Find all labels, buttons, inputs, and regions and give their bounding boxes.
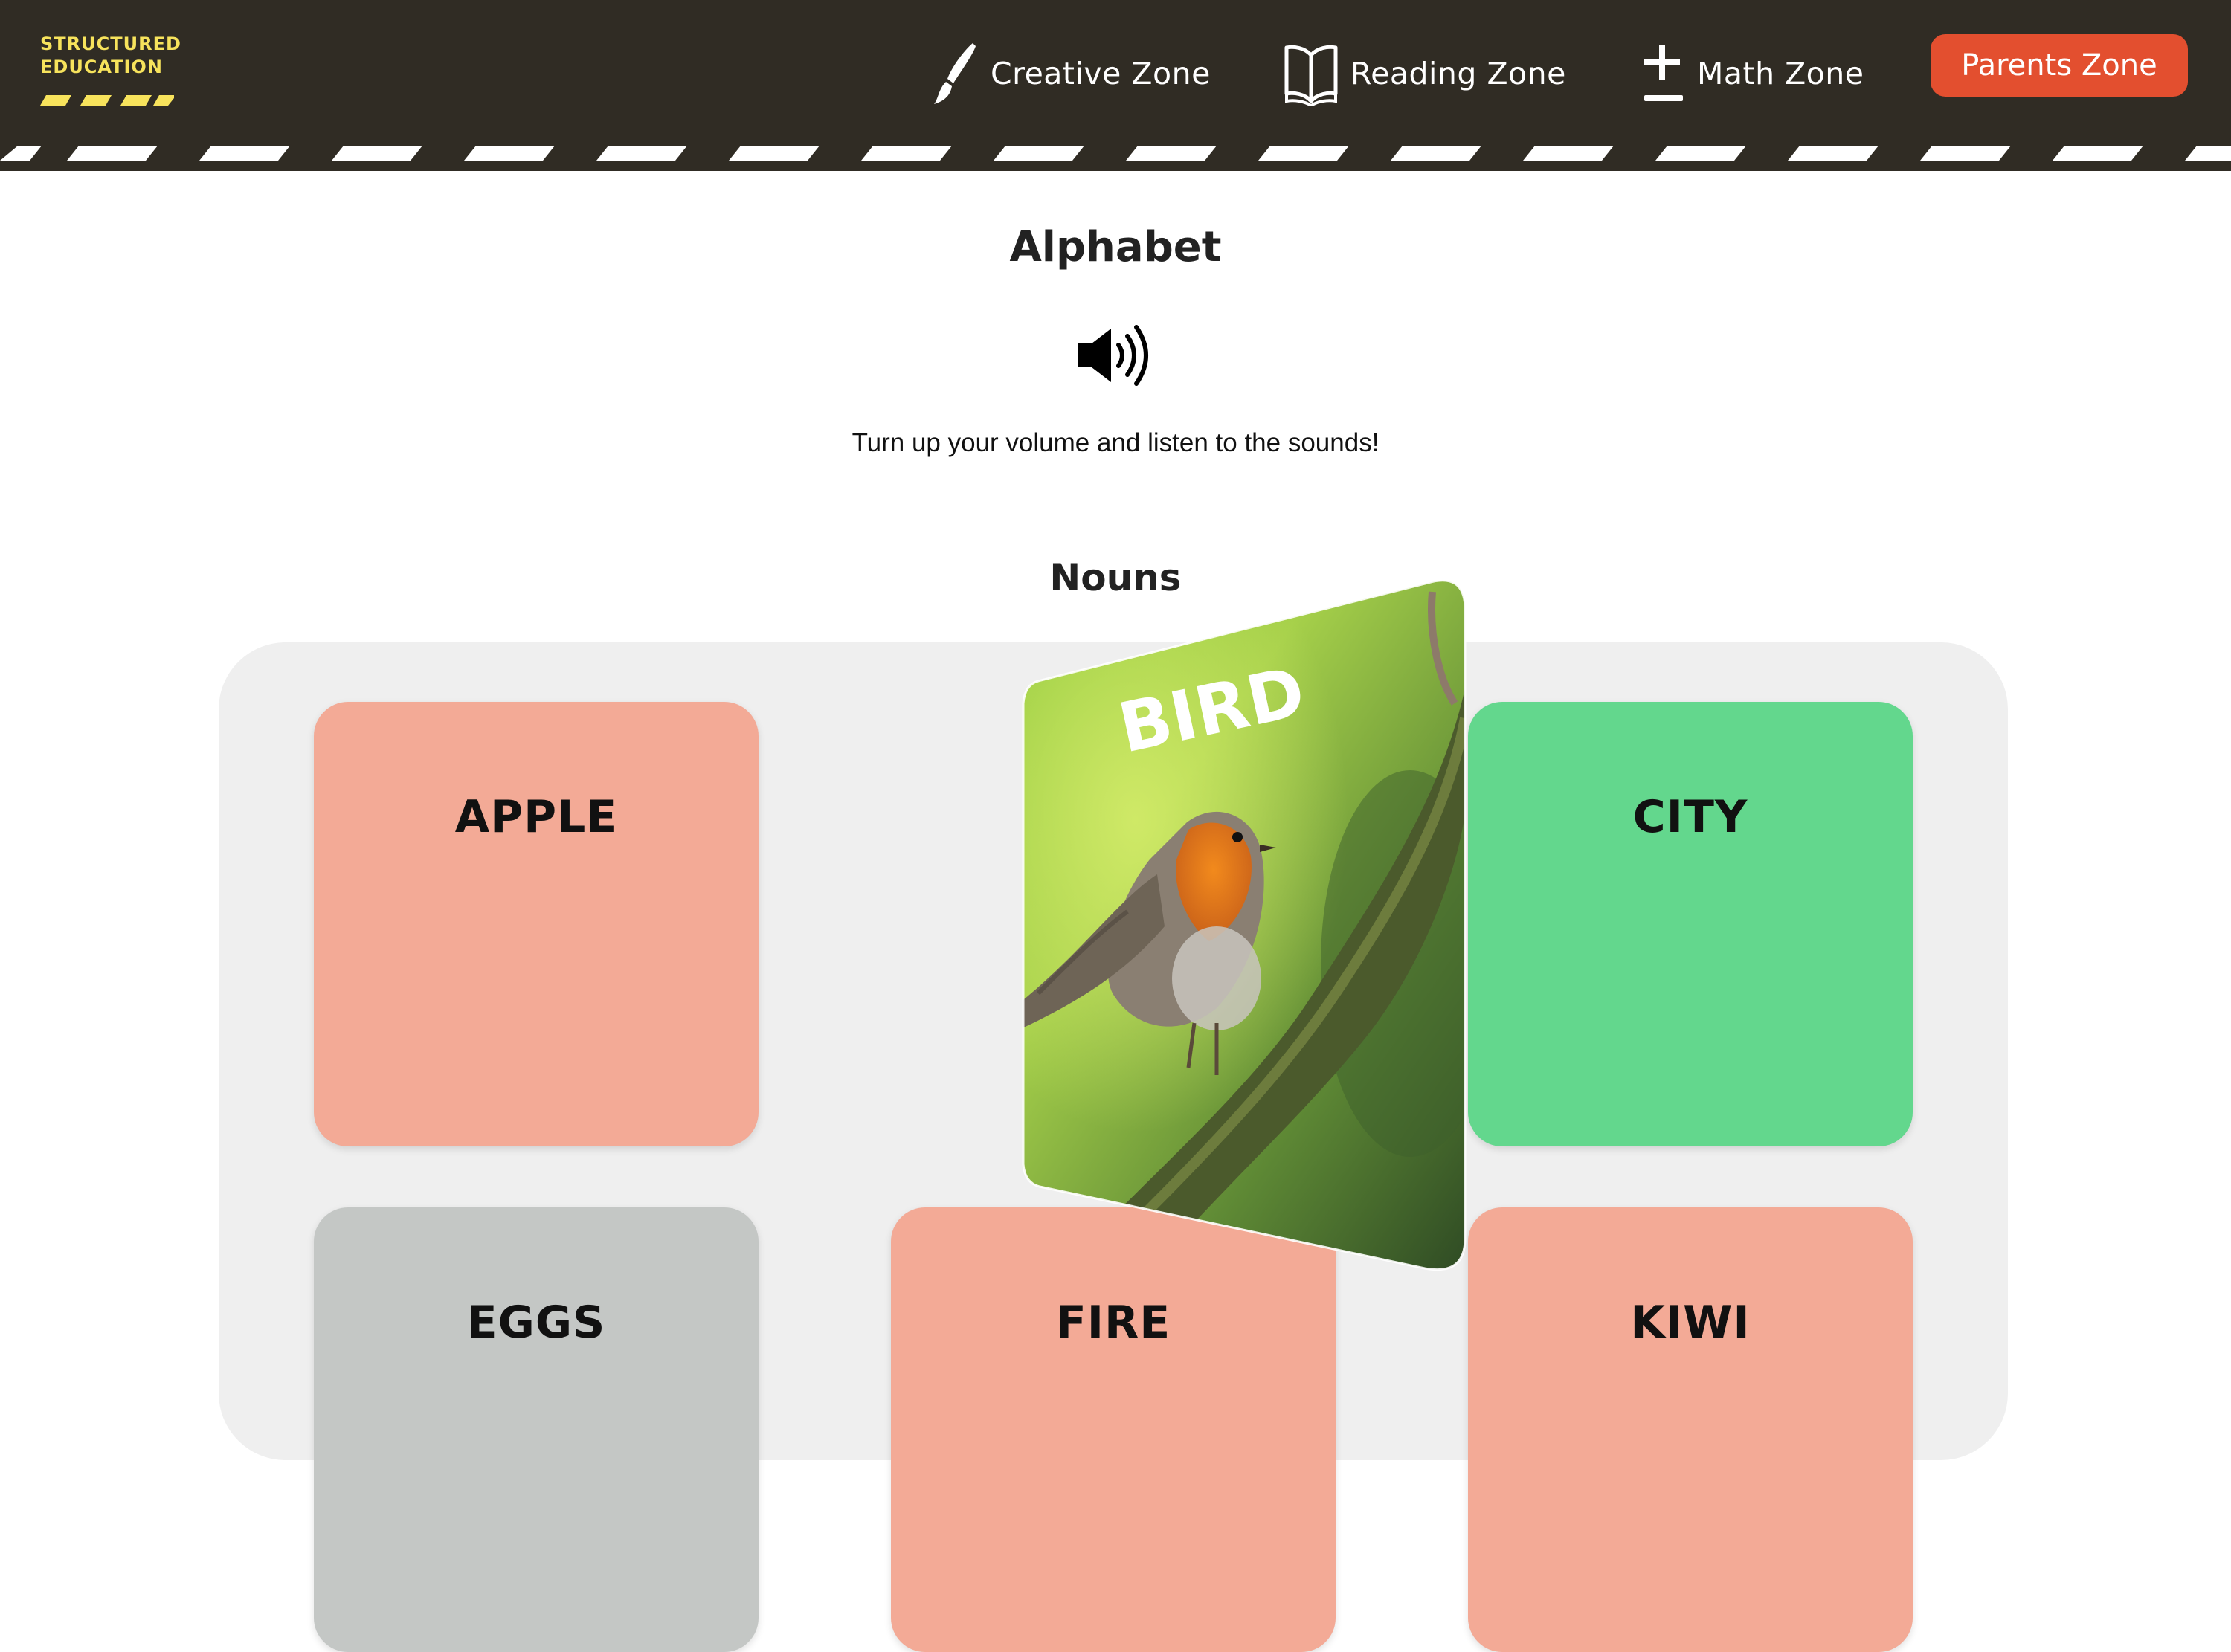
nav-reading-zone-label: Reading Zone bbox=[1350, 56, 1566, 91]
parents-zone-button[interactable]: Parents Zone bbox=[1931, 34, 2188, 97]
site-logo[interactable]: STRUCTURED EDUCATION bbox=[40, 33, 181, 106]
logo-line-1: STRUCTURED bbox=[40, 33, 181, 54]
page-title: Alphabet bbox=[1009, 223, 1222, 271]
site-header: STRUCTURED EDUCATION Creative Zone Readi… bbox=[0, 0, 2231, 171]
volume-instructions: Turn up your volume and listen to the so… bbox=[851, 428, 1380, 457]
logo-line-2: EDUCATION bbox=[40, 57, 163, 77]
card-label: FIRE bbox=[1055, 1297, 1171, 1349]
card-city[interactable]: CITY bbox=[1468, 702, 1913, 1146]
nav-math-zone[interactable]: Math Zone bbox=[1641, 40, 1864, 107]
card-eggs[interactable]: EGGS bbox=[314, 1207, 759, 1652]
nav-math-zone-label: Math Zone bbox=[1697, 56, 1864, 91]
speaker-volume-icon[interactable] bbox=[1075, 321, 1153, 390]
card-label: KIWI bbox=[1630, 1297, 1751, 1349]
card-kiwi[interactable]: KIWI bbox=[1468, 1207, 1913, 1652]
card-bird[interactable]: BIRD bbox=[994, 577, 1467, 1271]
paintbrush-icon bbox=[934, 43, 976, 104]
nav-reading-zone[interactable]: Reading Zone bbox=[1284, 40, 1566, 107]
nav-creative-zone-label: Creative Zone bbox=[991, 56, 1211, 91]
header-stripes bbox=[0, 146, 2231, 161]
card-label: EGGS bbox=[466, 1297, 606, 1349]
card-apple[interactable]: APPLE bbox=[314, 702, 759, 1146]
card-label: CITY bbox=[1632, 791, 1748, 843]
nav-creative-zone[interactable]: Creative Zone bbox=[928, 40, 1211, 107]
logo-stripes bbox=[40, 95, 174, 106]
open-book-icon bbox=[1284, 45, 1338, 106]
card-fire[interactable]: FIRE bbox=[891, 1207, 1336, 1652]
card-label: APPLE bbox=[454, 791, 618, 843]
bird-card-image: BIRD bbox=[1022, 579, 1467, 1271]
plus-minus-icon bbox=[1644, 45, 1683, 101]
